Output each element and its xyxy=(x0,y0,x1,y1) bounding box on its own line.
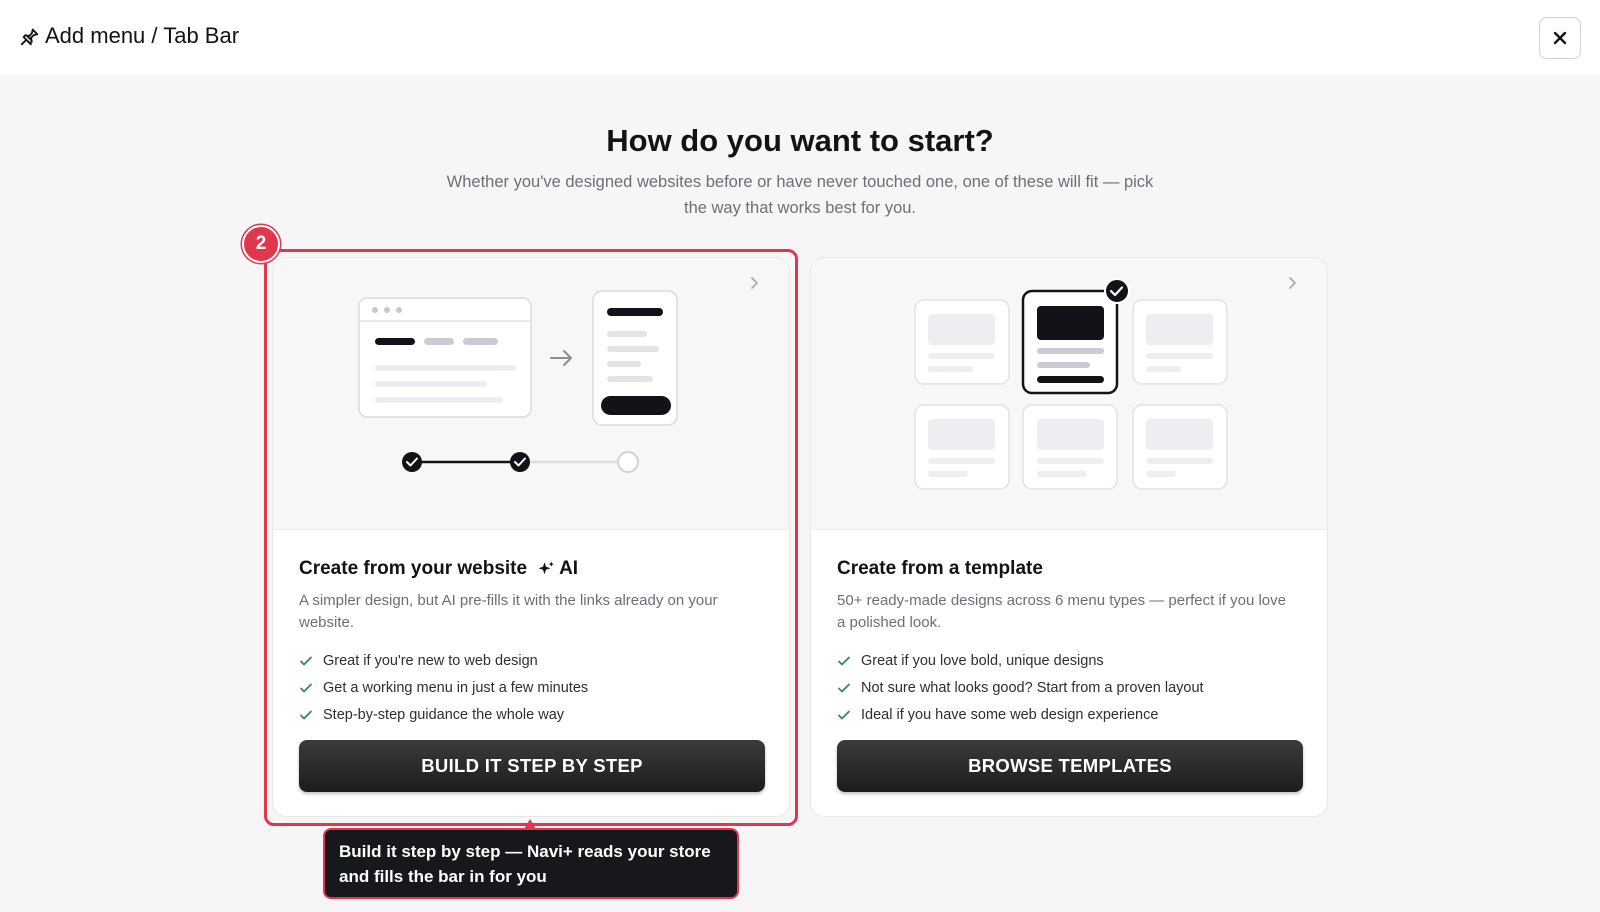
card-title-text: Create from a template xyxy=(837,558,1043,579)
check-icon xyxy=(838,683,850,692)
feature-list: Great if you're new to web design Get a … xyxy=(299,647,588,728)
card-title: Create from a template xyxy=(837,558,1043,580)
tour-tooltip: Build it step by step — Navi+ reads your… xyxy=(323,828,739,899)
list-item: Ideal if you have some web design experi… xyxy=(837,701,1204,728)
page-heading: How do you want to start? xyxy=(606,123,994,158)
card-description: A simpler design, but AI pre-fills it wi… xyxy=(299,592,718,631)
list-item: Not sure what looks good? Start from a p… xyxy=(837,674,1204,701)
template-grid-illustration xyxy=(914,278,1228,490)
page-subheading: Whether you've designed websites before … xyxy=(446,173,1154,217)
website-illustration xyxy=(273,258,789,530)
list-item-text: Step-by-step guidance the whole way xyxy=(323,706,565,723)
ai-label: AI xyxy=(559,558,579,579)
list-item-text: Great if you love bold, unique designs xyxy=(861,652,1104,669)
page-title: Add menu / Tab Bar xyxy=(45,23,240,48)
sparkle-icon xyxy=(538,561,554,575)
card-title: Create from your website AI xyxy=(299,558,578,580)
card-title-text: Create from your website xyxy=(299,558,528,579)
list-item: Step-by-step guidance the whole way xyxy=(299,701,588,728)
list-item-text: Ideal if you have some web design experi… xyxy=(861,706,1159,723)
chevron-right-icon xyxy=(751,277,758,289)
browse-templates-button[interactable]: BROWSE TEMPLATES xyxy=(837,740,1303,792)
pin-icon xyxy=(20,28,39,46)
list-item-text: Get a working menu in just a few minutes xyxy=(323,679,589,696)
chevron-right-icon xyxy=(1289,277,1296,289)
feature-list: Great if you love bold, unique designs N… xyxy=(837,647,1204,728)
list-item-text: Great if you're new to web design xyxy=(323,652,538,669)
list-item-text: Not sure what looks good? Start from a p… xyxy=(861,679,1204,696)
list-item: Great if you're new to web design xyxy=(299,647,588,674)
list-item: Great if you love bold, unique designs xyxy=(837,647,1204,674)
close-icon xyxy=(1553,31,1567,45)
check-icon xyxy=(838,656,850,665)
option-card-template[interactable]: Create from a template 50+ ready-made de… xyxy=(810,257,1328,817)
list-item: Get a working menu in just a few minutes xyxy=(299,674,588,701)
check-icon xyxy=(300,683,312,692)
check-icon xyxy=(838,710,850,719)
card-description: 50+ ready-made designs across 6 menu typ… xyxy=(837,592,1286,631)
step-badge: 2 xyxy=(242,225,280,263)
close-button[interactable] xyxy=(1539,17,1581,59)
template-illustration xyxy=(811,258,1327,530)
ai-badge: AI xyxy=(537,558,578,580)
website-to-menu-illustration xyxy=(358,290,678,473)
option-card-website[interactable]: Create from your website AI A simpler de… xyxy=(272,257,790,817)
top-bar: Add menu / Tab Bar xyxy=(0,0,1600,75)
build-step-by-step-button[interactable]: BUILD IT STEP BY STEP xyxy=(299,740,765,792)
check-icon xyxy=(300,710,312,719)
check-icon xyxy=(300,656,312,665)
